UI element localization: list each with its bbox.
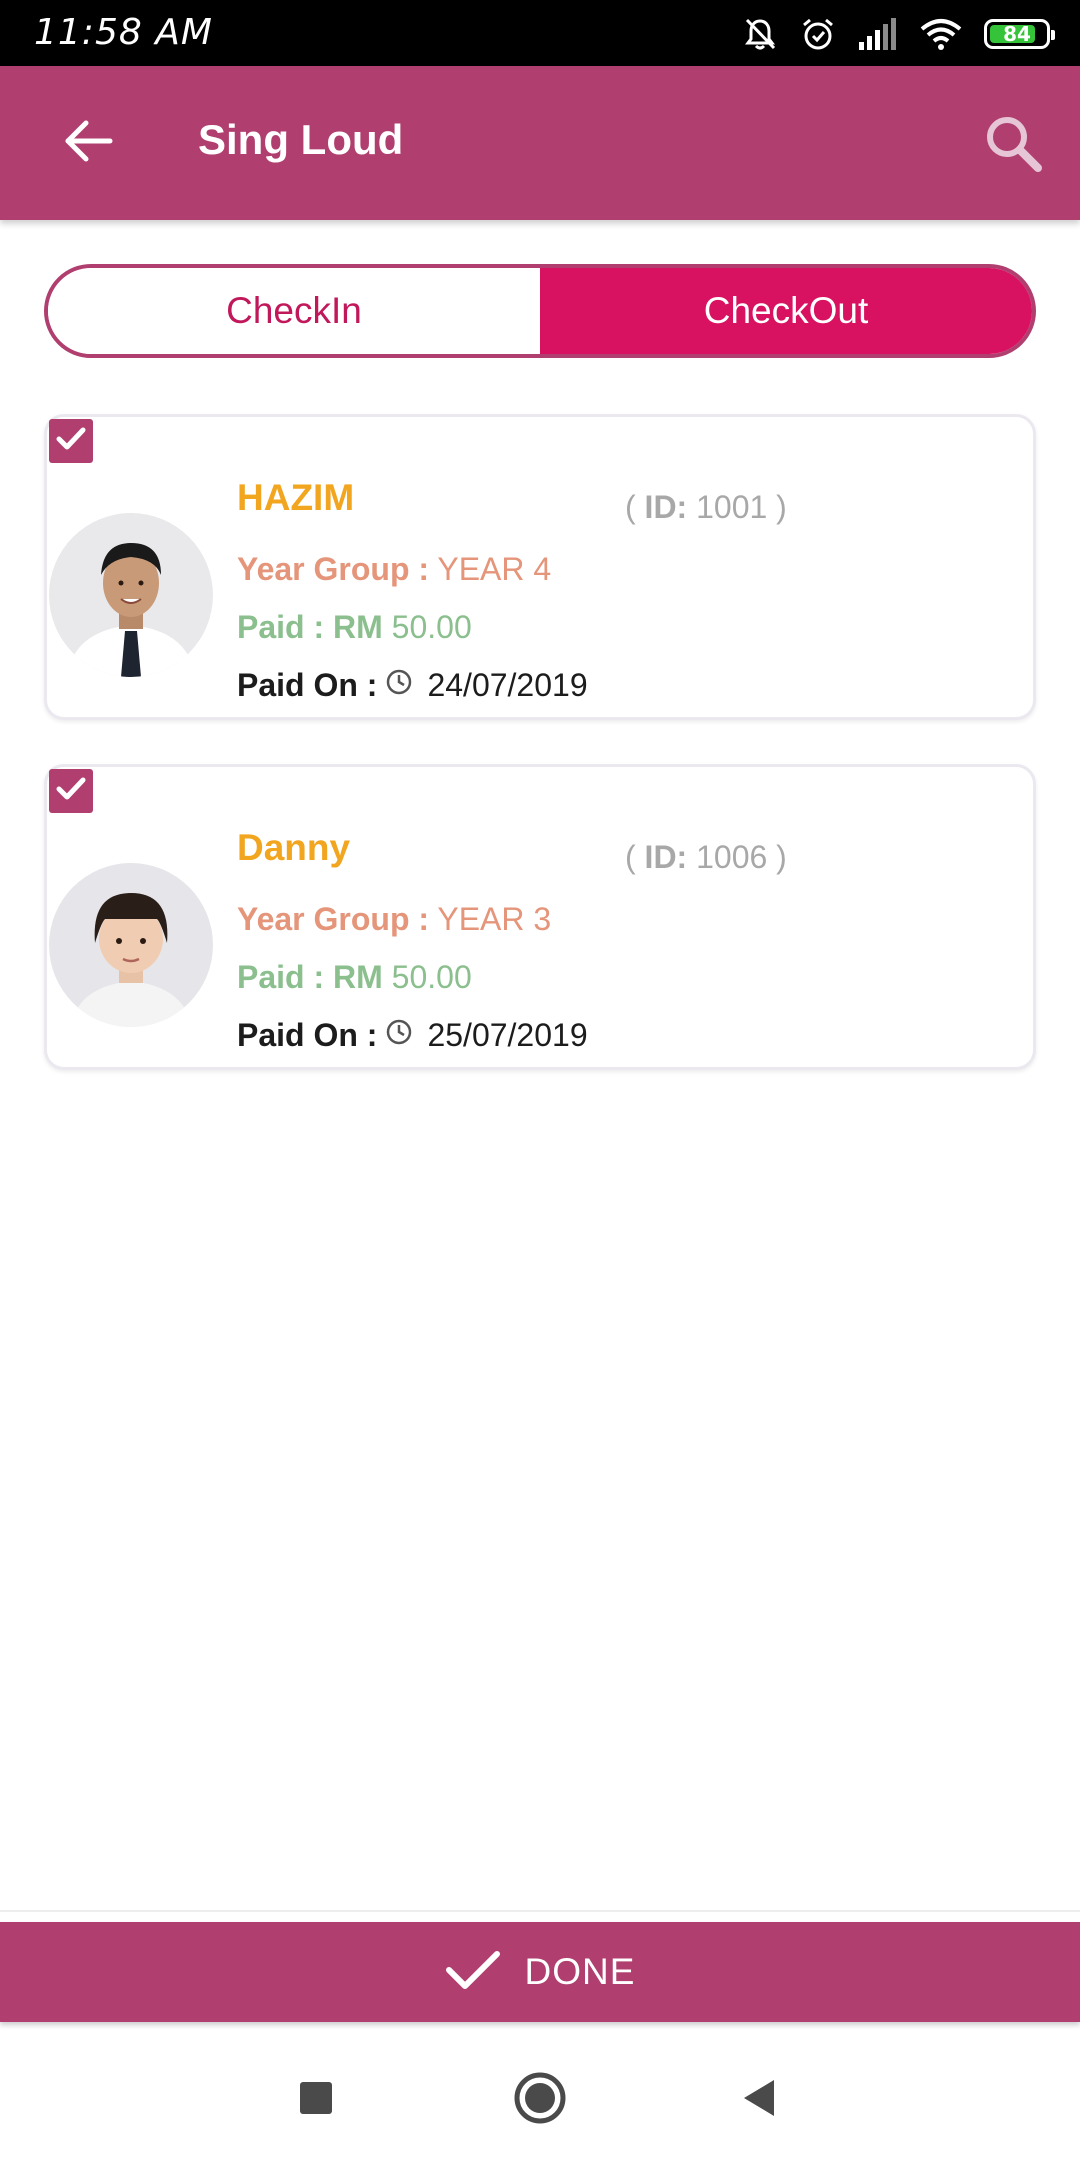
checkin-checkout-tabs: CheckIn CheckOut	[44, 264, 1036, 358]
check-icon	[56, 426, 86, 457]
paid-on: Paid On : 25/07/2019	[237, 1017, 588, 1054]
status-bar: 11:58 AM 84	[0, 0, 1080, 66]
student-checkbox[interactable]	[49, 419, 93, 463]
student-id: ( ID: 1001 )	[625, 489, 787, 525]
arrow-left-icon	[62, 117, 114, 170]
wifi-icon	[920, 18, 962, 50]
battery-icon: 84	[984, 19, 1055, 49]
paid-amount: Paid : RM 50.00	[237, 609, 472, 645]
paid-on: Paid On : 24/07/2019	[237, 667, 588, 704]
student-name: Danny	[237, 827, 351, 868]
year-group: Year Group : YEAR 3	[237, 901, 552, 937]
system-nav-bar	[0, 2030, 1080, 2160]
tab-checkin[interactable]: CheckIn	[48, 268, 540, 354]
status-time: 11:58 AM	[34, 12, 213, 53]
recents-button[interactable]	[286, 2070, 346, 2130]
alarm-icon	[800, 16, 836, 52]
clock-icon	[385, 667, 413, 704]
check-icon	[445, 1948, 501, 1997]
search-icon	[984, 114, 1042, 177]
avatar	[49, 513, 213, 677]
triangle-back-icon	[740, 2078, 780, 2123]
square-icon	[298, 2080, 334, 2121]
student-id: ( ID: 1006 )	[625, 839, 787, 875]
home-button[interactable]	[510, 2070, 570, 2130]
student-name: HAZIM	[237, 477, 355, 518]
app-bar: Sing Loud	[0, 66, 1080, 220]
done-button[interactable]: DONE	[0, 1922, 1080, 2022]
year-group: Year Group : YEAR 4	[237, 551, 552, 587]
mute-icon	[742, 16, 778, 52]
check-icon	[56, 776, 86, 807]
divider	[0, 1910, 1080, 1912]
student-checkbox[interactable]	[49, 769, 93, 813]
page-title: Sing Loud	[198, 116, 404, 163]
circle-icon	[513, 2071, 567, 2130]
clock-icon	[385, 1017, 413, 1054]
avatar	[49, 863, 213, 1027]
back-button[interactable]	[50, 111, 126, 175]
battery-level: 84	[1003, 22, 1031, 46]
done-label: DONE	[524, 1951, 636, 1992]
search-button[interactable]	[978, 110, 1048, 180]
signal-icon	[858, 18, 898, 50]
back-nav-button[interactable]	[730, 2070, 790, 2130]
tab-checkout[interactable]: CheckOut	[540, 268, 1032, 354]
paid-amount: Paid : RM 50.00	[237, 959, 472, 995]
student-card[interactable]: Danny ( ID: 1006 ) Year Group : YEAR 3 P…	[44, 764, 1036, 1070]
student-card[interactable]: HAZIM ( ID: 1001 ) Year Group : YEAR 4 P…	[44, 414, 1036, 720]
status-icons: 84	[742, 12, 1055, 56]
